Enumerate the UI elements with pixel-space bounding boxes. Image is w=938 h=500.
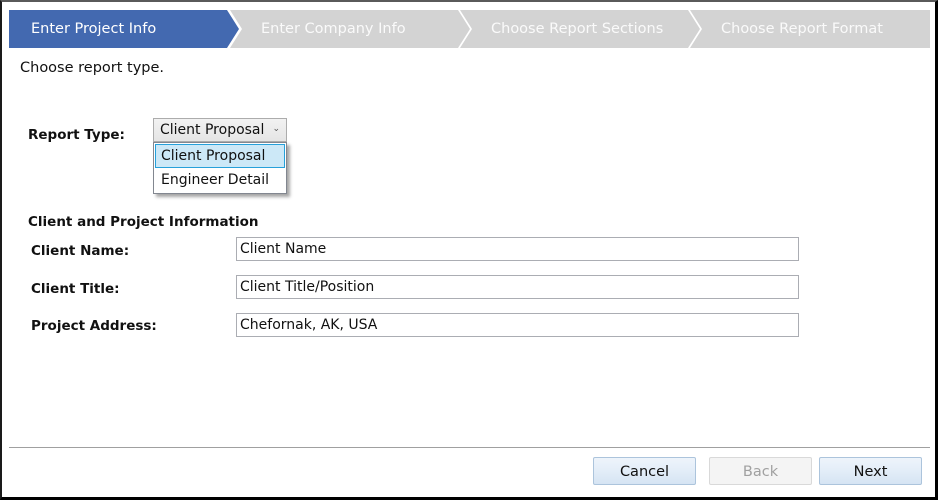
wizard-steps: Enter Project Info Enter Company Info Ch… [9, 10, 930, 48]
chevron-down-icon[interactable]: ⌄ [272, 119, 280, 139]
step-enter-company-info[interactable]: Enter Company Info [230, 10, 470, 48]
section-title: Client and Project Information [28, 214, 259, 230]
report-type-selected-value: Client Proposal [160, 122, 264, 138]
step-enter-project-info[interactable]: Enter Project Info [9, 10, 239, 48]
project-address-input[interactable] [236, 313, 799, 337]
instruction-text: Choose report type. [20, 60, 164, 76]
step-choose-report-sections[interactable]: Choose Report Sections [460, 10, 700, 48]
step-label: Choose Report Sections [491, 10, 663, 48]
report-type-combobox[interactable]: Client Proposal ⌄ [153, 118, 287, 142]
next-button[interactable]: Next [819, 457, 922, 485]
step-label: Choose Report Format [721, 10, 883, 48]
step-choose-report-format[interactable]: Choose Report Format [690, 10, 930, 48]
option-engineer-detail[interactable]: Engineer Detail [155, 169, 285, 193]
cancel-button[interactable]: Cancel [593, 457, 696, 485]
step-label: Enter Project Info [31, 10, 156, 48]
report-type-dropdown-list: Client Proposal Engineer Detail [153, 142, 287, 194]
client-name-input[interactable] [236, 237, 799, 261]
back-button[interactable]: Back [709, 457, 812, 485]
client-title-input[interactable] [236, 275, 799, 299]
report-type-label: Report Type: [28, 127, 125, 143]
client-title-label: Client Title: [31, 281, 120, 297]
footer-divider [9, 447, 930, 448]
project-address-label: Project Address: [31, 318, 157, 334]
option-client-proposal[interactable]: Client Proposal [155, 144, 285, 168]
step-label: Enter Company Info [261, 10, 406, 48]
client-name-label: Client Name: [31, 243, 129, 259]
